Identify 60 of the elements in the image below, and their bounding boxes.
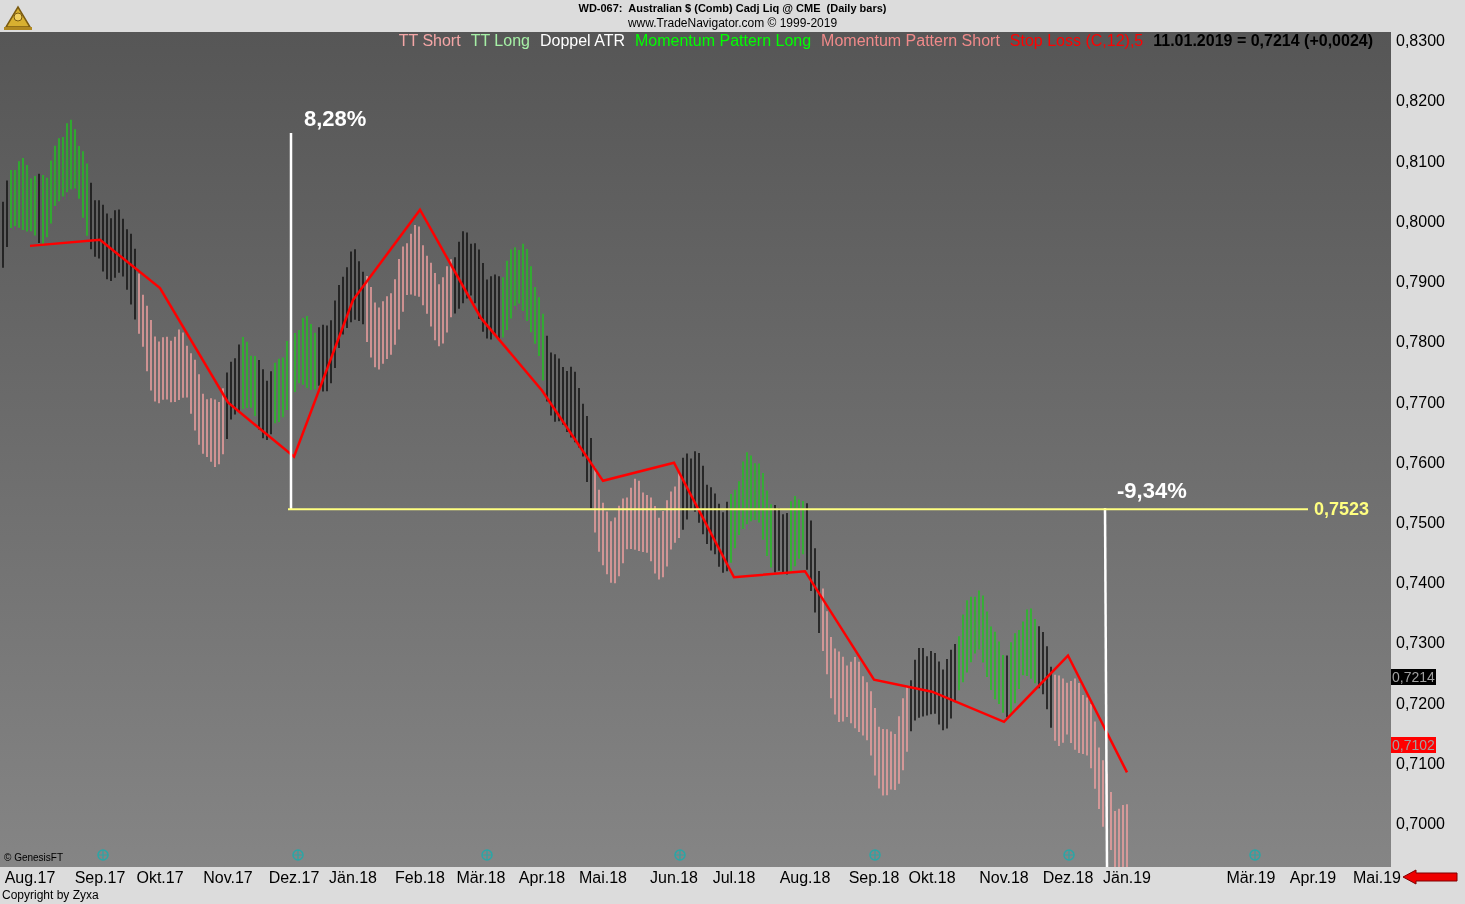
chart-title: WD-067: Australian $ (Comb) Cadj Liq @ CME (Daily bars) [578,1,887,16]
y-axis-label: 0,8000 [1396,212,1445,231]
x-axis-label: Feb.18 [395,868,445,887]
x-axis-label: Nov.18 [979,868,1029,887]
y-axis-label: 0,8200 [1396,92,1445,111]
level-label: 0,7523 [1314,498,1370,520]
y-axis-label: 0,7500 [1396,514,1445,532]
legend-item: Doppel ATR [539,32,625,50]
legend-item: Momentum Pattern Short [821,32,1000,50]
x-axis-label: Jän.19 [1103,868,1151,887]
x-axis-label: Aug.18 [779,868,831,887]
x-axis-label: Dez.17 [268,868,320,887]
copyright-text: Copyright by Zyxa [1,888,100,904]
x-axis-label: Mär.19 [1226,868,1276,887]
price-tag: 0,7102 [1391,736,1436,753]
y-axis-label: 0,7400 [1396,574,1445,593]
y-axis-label: 0,7200 [1396,694,1445,713]
x-axis-label: Dez.18 [1042,868,1094,887]
x-axis-label: Sep.17 [74,868,126,887]
x-axis-label: Okt.18 [908,868,956,887]
x-axis-label: Okt.17 [136,868,184,887]
y-axis-label: 0,7700 [1396,393,1445,412]
percent-label: -9,34% [1117,480,1187,502]
diamond-marker-icon [292,849,304,861]
y-axis-label: 0,7000 [1396,815,1445,834]
x-axis-label: Sep.18 [848,868,900,887]
y-axis-label: 0,7800 [1396,333,1445,352]
arrow-left-icon [1402,869,1458,885]
sextant-logo-icon [2,3,34,31]
percent-label: 8,28% [304,108,367,130]
x-axis-label: Mär.18 [456,868,506,887]
y-axis-label: 0,7100 [1396,754,1445,773]
x-axis-label: Mai.18 [579,868,627,887]
y-axis-label: 0,7300 [1396,634,1445,653]
x-axis-label: Mai.19 [1353,868,1401,887]
x-axis-label: Nov.17 [203,868,253,887]
y-axis-label: 0,8300 [1396,32,1445,51]
x-axis-label: Jul.18 [712,868,756,887]
y-axis-label: 0,7600 [1396,453,1445,472]
legend-item: Momentum Pattern Long [635,32,812,50]
x-axis-label: Jun.18 [650,868,698,887]
diamond-marker-icon [1249,849,1261,861]
chart-subtitle: www.TradeNavigator.com © 1999-2019 [627,16,838,31]
legend-item: Stop Loss (C,12),5 [1009,32,1144,50]
y-axis-label: 0,8100 [1396,152,1445,171]
data-credit: © GenesisFT [4,851,64,865]
diamond-marker-icon [674,849,686,861]
x-axis-label: Apr.19 [1289,868,1337,887]
diamond-marker-icon [1063,849,1075,861]
diamond-marker-icon [97,849,109,861]
legend-item: TT Short [398,32,461,50]
x-axis-label: Apr.18 [518,868,566,887]
x-axis-label: Aug.17 [4,868,56,887]
x-axis-label: Jän.18 [329,868,377,887]
quote-readout: 11.01.2019 = 0,7214 (+0,0024) [1153,32,1373,50]
price-tag: 0,7214 [1391,669,1436,686]
diamond-marker-icon [481,849,493,861]
legend-item: TT Long [470,32,530,50]
diamond-marker-icon [869,849,881,861]
y-axis-label: 0,7900 [1396,273,1445,291]
